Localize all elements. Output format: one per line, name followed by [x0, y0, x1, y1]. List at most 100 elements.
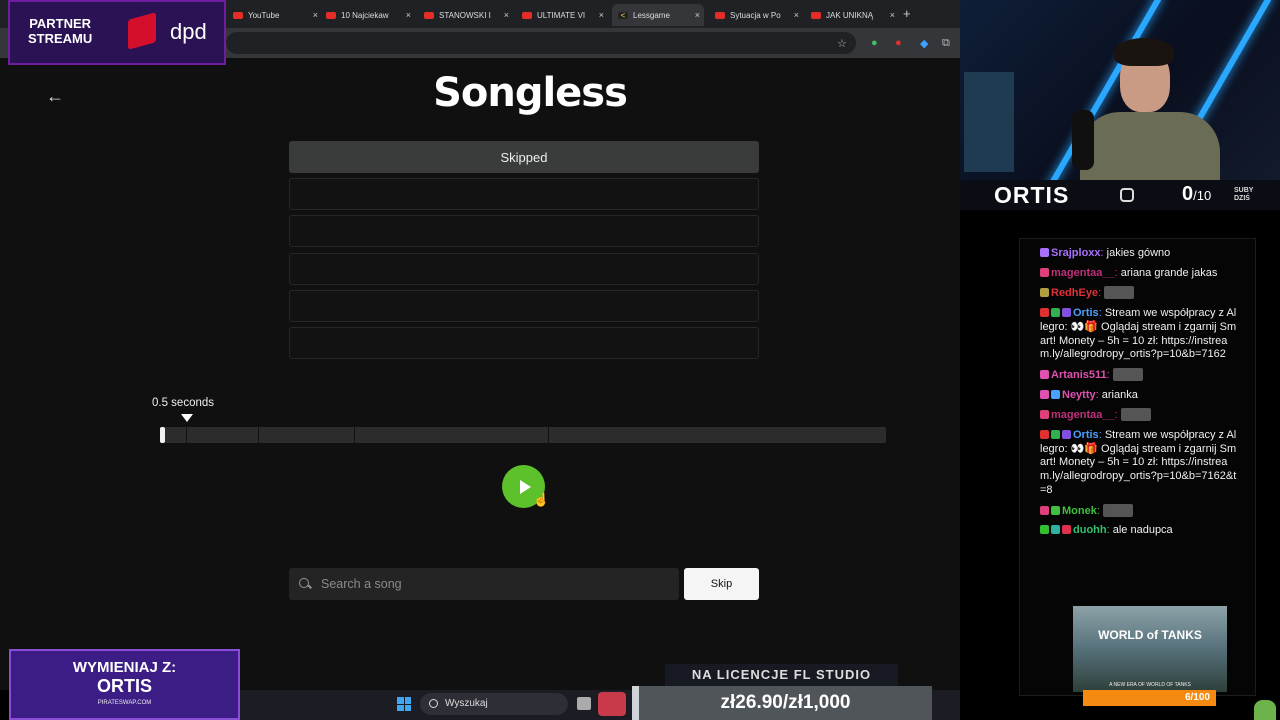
- chat-badge-icon: [1062, 430, 1071, 440]
- chat-badge-icon: [1051, 505, 1060, 515]
- chat-badge-icon: [1051, 389, 1060, 399]
- chat-badge-icon: [1040, 288, 1049, 298]
- chat-username[interactable]: magentaa__: [1051, 409, 1115, 421]
- youtube-icon: [811, 11, 821, 19]
- chat-username[interactable]: magentaa__: [1051, 267, 1115, 279]
- youtube-icon: [715, 11, 725, 19]
- dpd-cube-icon: [128, 12, 156, 50]
- fl-studio-banner: NA LICENCJE FL STUDIO: [665, 664, 898, 686]
- chat-message: Ortis: Stream we współpracy z Allegro: 👀…: [1040, 307, 1237, 362]
- subs-label-line1: SUBY: [1234, 187, 1254, 194]
- wot-progress-bar: 6/100: [1083, 690, 1216, 706]
- browser-tab[interactable]: < Lessgame ×: [612, 4, 704, 26]
- guess-slot: [289, 253, 759, 285]
- partner-banner: PARTNER STREAMU dpd: [8, 0, 226, 65]
- chat-emote-icon: [1120, 408, 1151, 422]
- play-icon: [520, 479, 531, 494]
- chat-message: duohh: ale nadupca: [1040, 524, 1237, 538]
- browser-tab[interactable]: ULTIMATE VI ×: [516, 4, 608, 26]
- chat-username[interactable]: Artanis511: [1051, 369, 1107, 381]
- chat-message: RedhEye:: [1040, 286, 1237, 301]
- chat-username[interactable]: Ortis: [1073, 307, 1099, 319]
- skip-button[interactable]: Skip: [684, 568, 759, 600]
- windows-start-icon[interactable]: [397, 697, 411, 711]
- instagram-icon: [1120, 188, 1134, 202]
- browser-tab[interactable]: YouTube ×: [227, 4, 322, 26]
- tab-close-icon[interactable]: ×: [794, 10, 799, 20]
- song-search-input[interactable]: [321, 577, 651, 591]
- extension-icon[interactable]: ◆: [920, 37, 928, 50]
- extension-icon[interactable]: ●: [871, 37, 878, 49]
- task-view-icon[interactable]: [577, 697, 591, 710]
- track-segment-divider: [548, 427, 549, 443]
- address-bar[interactable]: [226, 32, 856, 54]
- microphone-icon: [1072, 110, 1094, 170]
- partner-label-line1: PARTNER: [29, 16, 92, 31]
- tab-close-icon[interactable]: ×: [890, 10, 895, 20]
- tab-close-icon[interactable]: ×: [695, 10, 700, 20]
- chat-text: Stream we współpracy z Allegro: 👀🎁 Ogląd…: [1040, 429, 1237, 496]
- chat-text: arianka: [1101, 388, 1138, 401]
- streamer-hair: [1114, 38, 1174, 66]
- bookmark-star-icon[interactable]: ☆: [837, 37, 847, 50]
- wot-title: WORLD of TANKS: [1098, 628, 1202, 642]
- chat-message: Ortis: Stream we współpracy z Allegro: 👀…: [1040, 429, 1237, 498]
- chat-emote-icon: [1112, 367, 1143, 381]
- sub-counter: 0/10: [1182, 183, 1211, 206]
- pirateswap-line2: ORTIS: [96, 676, 152, 696]
- chat-username[interactable]: Monek: [1062, 505, 1097, 517]
- chat-message: magentaa__: ariana grande jakas: [1040, 267, 1237, 281]
- extensions-puzzle-icon[interactable]: ⧉: [942, 37, 950, 50]
- chat-badge-icon: [1062, 308, 1071, 318]
- webcam-feed: [960, 0, 1280, 180]
- tab-title: ULTIMATE VI: [537, 10, 586, 20]
- track-segment-divider: [258, 427, 259, 443]
- tab-title: JAK UNIKNĄ: [826, 10, 874, 20]
- chat-username[interactable]: Neytty: [1062, 389, 1096, 401]
- tab-title: Sytuacja w Po: [730, 10, 781, 20]
- chat-username[interactable]: duohh: [1073, 524, 1107, 536]
- chat-badge-icon: [1040, 430, 1049, 440]
- chat-badge-icon: [1040, 525, 1049, 535]
- frog-mascot-icon: [1254, 700, 1276, 720]
- chat-badge-icon: [1040, 267, 1049, 277]
- partner-label-line2: STREAMU: [28, 31, 93, 46]
- taskbar-app-icon[interactable]: [598, 692, 626, 716]
- chat-username[interactable]: Srajploxx: [1051, 247, 1101, 259]
- back-arrow-icon[interactable]: ←: [46, 86, 64, 107]
- tab-close-icon[interactable]: ×: [599, 10, 604, 20]
- browser-tab[interactable]: STANOWSKI I ×: [418, 4, 513, 26]
- chat-message: Monek:: [1040, 503, 1237, 519]
- pirateswap-line1: WYMIENIAJ Z:: [72, 659, 177, 676]
- new-tab-button[interactable]: +: [903, 6, 911, 21]
- extension-icon[interactable]: ●: [895, 37, 902, 49]
- audio-progress-track: [160, 427, 886, 443]
- browser-tab[interactable]: 10 Najciekaw ×: [320, 4, 415, 26]
- guess-slot: Skipped: [289, 141, 759, 173]
- tab-close-icon[interactable]: ×: [313, 10, 318, 20]
- browser-tab[interactable]: Sytuacja w Po ×: [709, 4, 803, 26]
- page-logo: Songless: [433, 70, 628, 116]
- pirateswap-banner: WYMIENIAJ Z: ORTIS PIRATESWAP.COM: [9, 649, 240, 720]
- sub-goal: /10: [1193, 188, 1212, 203]
- youtube-icon: [233, 11, 243, 19]
- tab-close-icon[interactable]: ×: [406, 10, 411, 20]
- tab-title: YouTube: [248, 10, 280, 20]
- tab-close-icon[interactable]: ×: [504, 10, 509, 20]
- chat-text: jakies gówno: [1106, 247, 1171, 259]
- chat-badge-icon: [1040, 308, 1049, 318]
- chat-badge-icon: [1040, 389, 1049, 399]
- chat-message: Neytty: arianka: [1040, 389, 1237, 403]
- chat-message: magentaa__:: [1040, 408, 1237, 423]
- chat-username[interactable]: RedhEye: [1051, 287, 1098, 299]
- youtube-icon: [424, 11, 434, 19]
- streamer-name-bar: ORTIS 0/10 SUBY DZIŚ: [960, 180, 1280, 210]
- chat-badge-icon: [1040, 505, 1049, 515]
- chat-emote-icon: [1102, 503, 1133, 517]
- browser-tab[interactable]: JAK UNIKNĄ ×: [805, 4, 899, 26]
- chat-separator: :: [1106, 368, 1113, 381]
- donation-goal: zł26.90/zł1,000: [632, 686, 932, 720]
- chat-username[interactable]: Ortis: [1073, 429, 1099, 441]
- taskbar-search[interactable]: Wyszukaj: [420, 693, 568, 715]
- subs-label-line2: DZIŚ: [1234, 195, 1250, 202]
